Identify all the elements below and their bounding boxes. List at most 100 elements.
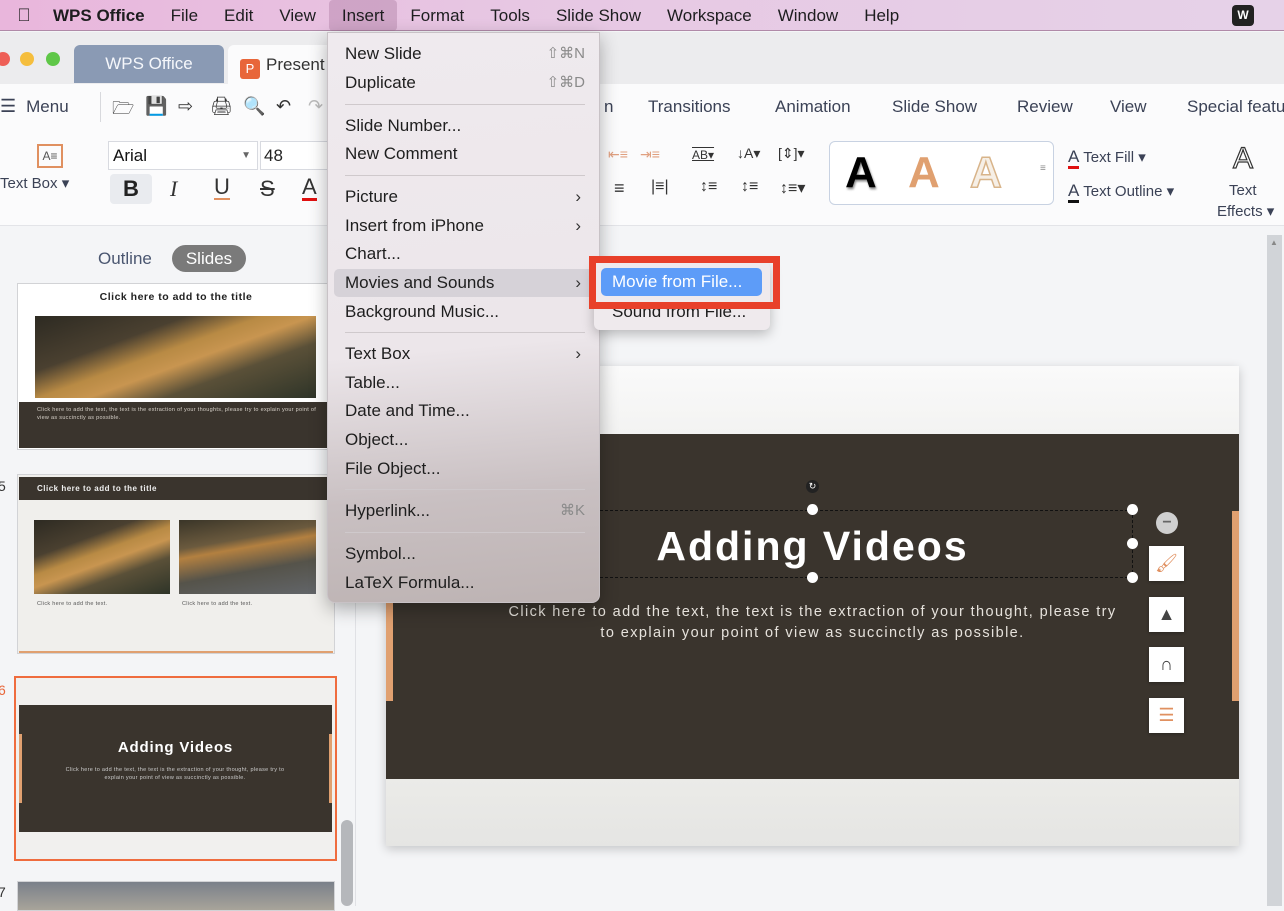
menu-item-file-object[interactable]: File Object... — [334, 455, 595, 483]
text-fill-button[interactable]: A Text Fill ▾ — [1068, 147, 1146, 169]
tab-slides[interactable]: Slides — [172, 245, 246, 272]
tab-slide-show[interactable]: Slide Show — [892, 97, 977, 117]
tab-view[interactable]: View — [1110, 97, 1147, 117]
thumb-5-image-right — [179, 520, 316, 594]
tab-outline[interactable]: Outline — [98, 249, 152, 269]
resize-handle-right[interactable] — [1127, 538, 1138, 549]
menu-item-symbol[interactable]: Symbol... — [334, 540, 595, 568]
menu-item-new-comment[interactable]: New Comment — [334, 140, 595, 168]
italic-button[interactable]: I — [170, 176, 177, 202]
text-box-tool[interactable]: A≡ Text Box ▾ — [0, 144, 80, 192]
text-orientation-icon[interactable]: ↓A▾ — [737, 145, 760, 162]
menu-slide-show[interactable]: Slide Show — [543, 0, 654, 31]
collapse-toolbar-icon[interactable]: − — [1156, 512, 1178, 534]
menu-item-table[interactable]: Table... — [334, 369, 595, 397]
tab-wps-office[interactable]: WPS Office — [74, 45, 224, 83]
resize-handle-top[interactable] — [807, 504, 818, 515]
menu-window[interactable]: Window — [765, 0, 851, 31]
open-folder-icon[interactable]: 🗁 — [112, 96, 134, 126]
text-outline-button[interactable]: A Text Outline ▾ — [1068, 181, 1175, 203]
decrease-indent-icon[interactable]: ⇤≡ — [608, 146, 628, 163]
menu-item-object[interactable]: Object... — [334, 426, 595, 454]
format-painter-icon[interactable]: 🖌 — [1149, 546, 1184, 581]
redo-icon[interactable]: ↷ — [308, 96, 323, 117]
export-pdf-icon[interactable]: ⇨ — [178, 96, 193, 117]
line-spacing-increase-icon[interactable]: ↕≡ — [700, 178, 717, 196]
slide-thumbnail-7[interactable] — [17, 881, 335, 911]
menu-file[interactable]: File — [158, 0, 211, 31]
menu-item-date-and-time[interactable]: Date and Time... — [334, 397, 595, 425]
print-preview-icon[interactable]: 🔍 — [243, 96, 265, 117]
font-name-select[interactable]: Arial ▼ — [108, 141, 258, 170]
menu-item-text-box[interactable]: Text Box › — [334, 340, 595, 368]
rotate-handle-icon[interactable]: ↻ — [806, 480, 819, 493]
menu-item-insert-from-iphone[interactable]: Insert from iPhone › — [334, 212, 595, 240]
text-style-orange[interactable]: A — [908, 148, 940, 198]
main-menu-button[interactable]: ☰ Menu — [0, 96, 69, 117]
increase-indent-icon[interactable]: ⇥≡ — [640, 146, 660, 163]
print-icon[interactable]: 🖨 — [210, 96, 233, 117]
menu-workspace[interactable]: Workspace — [654, 0, 765, 31]
bold-button[interactable]: B — [110, 174, 152, 204]
tab-transitions[interactable]: Transitions — [648, 97, 731, 117]
fill-bucket-icon[interactable]: ▲ — [1149, 597, 1184, 632]
menu-item-latex-formula[interactable]: LaTeX Formula... — [334, 569, 595, 597]
resize-handle-bottom-right[interactable] — [1127, 572, 1138, 583]
thumb-5-title: Click here to add to the title — [37, 484, 157, 493]
menu-item-hyperlink[interactable]: Hyperlink... ⌘K — [334, 497, 595, 525]
menu-format[interactable]: Format — [397, 0, 477, 31]
menu-help[interactable]: Help — [851, 0, 912, 31]
font-color-button[interactable]: A — [302, 176, 317, 201]
menu-item-background-music[interactable]: Background Music... — [334, 298, 595, 326]
menu-edit[interactable]: Edit — [211, 0, 266, 31]
shortcut-label: ⇧⌘N — [546, 45, 585, 62]
resize-handle-top-right[interactable] — [1127, 504, 1138, 515]
style-gallery-more-icon[interactable]: ≡ — [1040, 163, 1046, 174]
strikethrough-button[interactable]: S — [260, 176, 275, 202]
apple-icon[interactable]:  — [0, 5, 40, 26]
underline-button[interactable]: U — [214, 176, 230, 200]
text-effects-label-2[interactable]: Effects ▾ — [1217, 202, 1274, 220]
text-effects-label-1[interactable]: Text — [1229, 182, 1257, 199]
main-vertical-scrollbar[interactable] — [1267, 235, 1282, 906]
resize-handle-bottom[interactable] — [807, 572, 818, 583]
font-size-input[interactable]: 48 — [260, 141, 330, 170]
wps-status-icon[interactable]: W — [1232, 5, 1254, 26]
text-effects-icon[interactable]: A — [1232, 141, 1253, 176]
undo-icon[interactable]: ↶ — [276, 96, 291, 117]
distribute-icon[interactable]: |≡| — [651, 178, 669, 196]
menu-insert[interactable]: Insert — [328, 0, 398, 31]
text-outline-label: Text Outline ▾ — [1083, 183, 1175, 200]
line-spacing-decrease-icon[interactable]: ↕≡ — [741, 178, 758, 196]
menu-view[interactable]: View — [266, 0, 329, 31]
save-icon[interactable]: 💾 — [145, 96, 167, 117]
menu-app-name[interactable]: WPS Office — [40, 0, 158, 31]
menu-item-chart[interactable]: Chart... — [334, 240, 595, 268]
text-direction-icon[interactable]: AB▾ — [692, 148, 714, 162]
chevron-right-icon: › — [575, 187, 581, 206]
line-spacing-menu-icon[interactable]: ↕≡▾ — [780, 178, 805, 198]
menu-tools[interactable]: Tools — [477, 0, 543, 31]
text-style-outline[interactable]: A — [969, 147, 1002, 198]
menu-item-movies-and-sounds[interactable]: Movies and Sounds › — [334, 269, 595, 297]
tab-presentation[interactable]: P Present — [228, 45, 338, 85]
menu-item-slide-number[interactable]: Slide Number... — [334, 112, 595, 140]
slide-body-text[interactable]: Click here to add the text, the text is … — [500, 602, 1125, 644]
minimize-window-button[interactable] — [20, 52, 34, 66]
layers-icon[interactable]: ☰ — [1149, 698, 1184, 733]
tab-special-features[interactable]: Special featu — [1187, 97, 1284, 117]
maximize-window-button[interactable] — [46, 52, 60, 66]
menu-item-duplicate[interactable]: Duplicate ⇧⌘D — [334, 69, 595, 97]
shape-outline-icon[interactable]: ∩ — [1149, 647, 1184, 682]
tab-design[interactable]: n — [604, 97, 613, 117]
text-style-black[interactable]: A — [845, 148, 877, 198]
tab-review[interactable]: Review — [1017, 97, 1073, 117]
justify-icon[interactable]: ≡ — [614, 178, 625, 199]
menu-item-picture[interactable]: Picture › — [334, 183, 595, 211]
scroll-up-arrow-icon[interactable]: ▲ — [1270, 238, 1278, 247]
menu-separator — [345, 532, 585, 533]
tab-animation[interactable]: Animation — [775, 97, 851, 117]
align-text-icon[interactable]: [⇕]▾ — [778, 145, 805, 162]
slide-panel-scrollbar[interactable] — [341, 820, 353, 906]
menu-item-new-slide[interactable]: New Slide ⇧⌘N — [334, 40, 595, 68]
